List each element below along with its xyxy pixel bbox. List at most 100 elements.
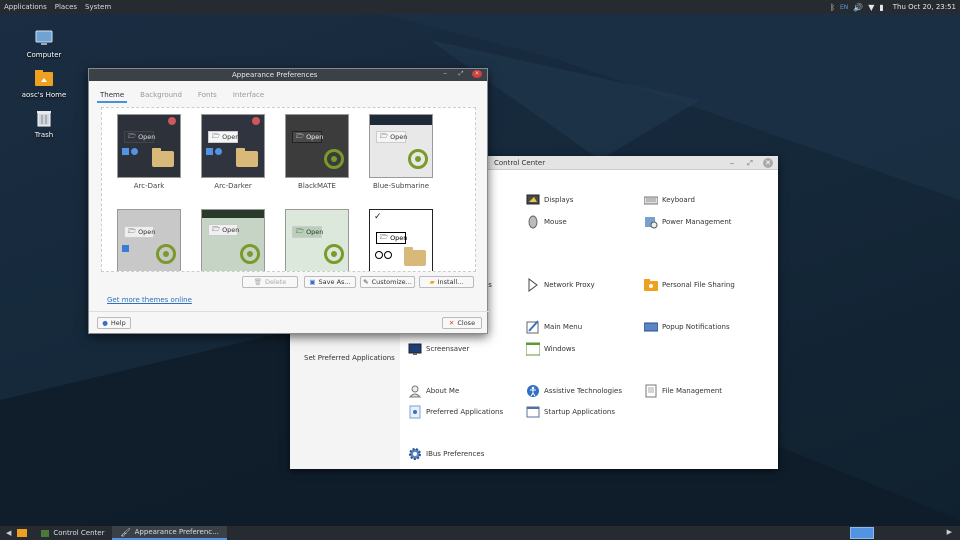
task-appearance[interactable]: 🖌 Appearance Preferenc... [112, 526, 227, 540]
item-label: Main Menu [544, 323, 583, 331]
sidebar-item-preferred[interactable]: Set Preferred Applications [304, 354, 395, 362]
tab-bar: Theme Background Fonts Interface [97, 89, 267, 103]
thumb-titlebar [370, 115, 432, 125]
close-button[interactable]: ✕ [472, 70, 482, 78]
menu-places[interactable]: Places [51, 3, 81, 11]
checkmark-icon: ✓ [374, 212, 382, 222]
appearance-preferences-window: Appearance Preferences ‒ ⤢ ✕ Theme Backg… [88, 68, 489, 334]
item-preferred-apps[interactable]: Preferred Applications [408, 405, 503, 419]
theme-grid: 🗁 Open Arc-Dark 🗁 Open Arc-Darker 🗁 Open Bl… [101, 107, 476, 272]
item-mouse[interactable]: Mouse [526, 215, 567, 229]
close-dialog-button[interactable]: ✕ Close [442, 317, 482, 329]
thumb-open-button: 🗁 Open [124, 131, 155, 143]
theme-thumb-8[interactable]: ✓ 🗁 Open [369, 209, 433, 271]
folder-icon [152, 148, 174, 167]
window-titlebar[interactable]: Appearance Preferences ‒ ⤢ ✕ [89, 69, 487, 81]
user-icon [408, 384, 422, 398]
preferred-apps-icon [408, 405, 422, 419]
save-as-button[interactable]: ▣ Save As... [304, 276, 356, 288]
item-label: Personal File Sharing [662, 281, 735, 289]
item-label: Keyboard [662, 196, 695, 204]
wifi-icon[interactable]: ▼ [868, 3, 874, 12]
item-label: Mouse [544, 218, 567, 226]
window-title: Control Center [494, 159, 546, 167]
scroll-right-icon[interactable]: ▶ [947, 528, 952, 536]
item-label: Screensaver [426, 345, 470, 353]
thumb-open-button: 🗁 Open [124, 226, 155, 238]
startup-icon [526, 405, 540, 419]
item-label: Preferred Applications [426, 408, 504, 416]
help-button[interactable]: ● Help [97, 317, 131, 329]
battery-icon[interactable]: ▮ [879, 3, 883, 12]
close-icon [252, 117, 260, 125]
screensaver-icon [408, 342, 422, 356]
bottom-panel: ◀ Control Center 🖌 Appearance Preferenc.… [0, 526, 960, 540]
save-icon: ▣ [309, 278, 316, 286]
desktop-icon-home[interactable]: aosc's Home [14, 68, 74, 99]
theme-label: BlackMATE [298, 182, 336, 190]
get-more-themes-link[interactable]: Get more themes online [107, 296, 192, 304]
clock[interactable]: Thu Oct 20, 23:51 [893, 3, 956, 11]
theme-thumb-6[interactable]: 🗁 Open [201, 209, 265, 271]
item-windows[interactable]: Windows [525, 342, 576, 356]
item-label: Windows [544, 345, 576, 353]
item-network-proxy[interactable]: Network Proxy [526, 278, 595, 292]
item-file-management[interactable]: File Management [644, 384, 722, 398]
sharing-folder-icon [644, 278, 658, 292]
item-main-menu[interactable]: Main Menu [526, 320, 582, 334]
theme-label: Arc-Dark [133, 182, 165, 190]
thumb-open-button: 🗁 Open [292, 226, 323, 238]
customize-icon: ✎ [363, 278, 369, 286]
desktop-icon-computer[interactable]: Computer [14, 28, 74, 59]
install-button[interactable]: ▰ Install... [419, 276, 474, 288]
close-button[interactable]: ✕ [763, 158, 773, 168]
notification-icon [643, 320, 659, 334]
tab-theme[interactable]: Theme [97, 89, 128, 103]
item-power[interactable]: Power Management [644, 215, 732, 229]
theme-thumb-arc-darker[interactable]: 🗁 Open [201, 114, 265, 178]
scroll-left-icon[interactable]: ◀ [0, 529, 17, 537]
mate-logo-icon [324, 149, 344, 169]
workspace-switcher[interactable] [850, 527, 874, 539]
theme-thumb-blackmate[interactable]: 🗁 Open [285, 114, 349, 178]
tab-interface[interactable]: Interface [230, 89, 267, 103]
maximize-button[interactable]: ⤢ [456, 70, 466, 78]
mate-logo-icon [324, 244, 344, 264]
bluetooth-icon[interactable]: ᛒ [830, 3, 835, 12]
item-file-sharing[interactable]: Personal File Sharing [644, 278, 735, 292]
item-assistive[interactable]: Assistive Technologies [526, 384, 622, 398]
theme-thumb-blue-submarine[interactable]: 🗁 Open [369, 114, 433, 178]
item-label: Startup Applications [544, 408, 615, 416]
radio-icon [375, 251, 383, 259]
close-icon [168, 117, 176, 125]
top-panel: Applications Places System ᛒ EN 🔊 ▼ ▮ Th… [0, 0, 960, 14]
thumb-open-button: 🗁 Open [208, 224, 239, 236]
delete-button[interactable]: 🗑 Delete [242, 276, 298, 288]
volume-icon[interactable]: 🔊 [853, 3, 863, 12]
keyboard-layout-indicator[interactable]: EN [840, 4, 848, 11]
menu-applications[interactable]: Applications [0, 3, 51, 11]
theme-thumb-7[interactable]: 🗁 Open [285, 209, 349, 271]
minimize-button[interactable]: ‒ [727, 158, 737, 168]
show-desktop-icon[interactable] [17, 529, 28, 537]
menu-system[interactable]: System [81, 3, 115, 11]
theme-thumb-5[interactable]: 🗁 Open [117, 209, 181, 271]
tab-background[interactable]: Background [137, 89, 185, 103]
customize-button[interactable]: ✎ Customize... [360, 276, 415, 288]
item-about-me[interactable]: About Me [408, 384, 459, 398]
item-displays[interactable]: Displays [526, 193, 573, 207]
item-popup-notifications[interactable]: Popup Notifications [643, 320, 730, 334]
tab-fonts[interactable]: Fonts [195, 89, 220, 103]
item-screensaver[interactable]: Screensaver [408, 342, 469, 356]
desktop-icon-trash[interactable]: Trash [14, 108, 74, 139]
help-icon: ● [102, 319, 108, 327]
minimize-button[interactable]: ‒ [440, 70, 450, 78]
close-icon: ✕ [448, 319, 455, 327]
item-ibus[interactable]: IBus Preferences [408, 447, 484, 461]
item-keyboard[interactable]: Keyboard [643, 193, 695, 207]
task-control-center[interactable]: Control Center [33, 526, 112, 540]
mouse-icon [526, 215, 540, 229]
item-startup-apps[interactable]: Startup Applications [526, 405, 615, 419]
theme-thumb-arc-dark[interactable]: 🗁 Open [117, 114, 181, 178]
maximize-button[interactable]: ⤢ [745, 158, 755, 168]
